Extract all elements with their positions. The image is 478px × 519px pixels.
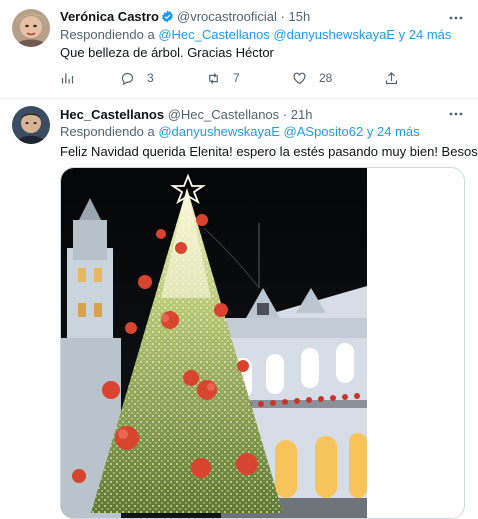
replying-to: Respondiendo a @danyushewskayaE @ASposit… xyxy=(60,123,420,140)
reply-prefix: Respondiendo a xyxy=(60,27,155,42)
tweet-header: Verónica Castro @vrocastrooficial · 15h xyxy=(60,8,310,25)
more-dots-icon[interactable] xyxy=(448,108,464,120)
action-bar: 3 7 28 xyxy=(60,69,400,87)
tweet[interactable]: Hec_Castellanos @Hec_Castellanos · 21h R… xyxy=(0,99,478,519)
share-upload-icon xyxy=(385,71,398,84)
analytics-button[interactable] xyxy=(60,69,75,87)
reply-mentions[interactable]: @danyushewskayaE @ASposito62 xyxy=(158,124,363,139)
timestamp[interactable]: 21h xyxy=(291,107,313,122)
avatar[interactable] xyxy=(12,9,50,47)
timestamp[interactable]: 15h xyxy=(289,9,311,24)
speech-bubble-icon xyxy=(121,72,134,85)
reply-mentions[interactable]: @Hec_Castellanos @danyushewskayaE xyxy=(158,27,395,42)
reply-prefix: Respondiendo a xyxy=(60,124,155,139)
share-button[interactable] xyxy=(384,69,399,87)
avatar-image xyxy=(12,106,50,144)
christmas-tree-photo[interactable] xyxy=(61,168,367,518)
tweet-header: Hec_Castellanos @Hec_Castellanos · 21h xyxy=(60,106,312,123)
more-dots-icon[interactable] xyxy=(448,12,464,24)
handle[interactable]: @vrocastrooficial xyxy=(177,9,277,24)
heart-icon xyxy=(293,72,306,84)
separator: · xyxy=(280,9,285,24)
display-name[interactable]: Verónica Castro xyxy=(60,9,159,24)
avatar[interactable] xyxy=(12,106,50,144)
media-attachment[interactable] xyxy=(60,167,465,519)
reply-button[interactable]: 3 xyxy=(120,69,154,87)
reply-count: 3 xyxy=(147,71,154,85)
replying-to: Respondiendo a @Hec_Castellanos @danyush… xyxy=(60,26,451,43)
tweet-text: Feliz Navidad querida Elenita! espero la… xyxy=(60,144,478,159)
reply-more[interactable]: y 24 más xyxy=(367,124,420,139)
avatar-image xyxy=(12,9,50,47)
reply-more[interactable]: y 24 más xyxy=(399,27,452,42)
retweet-button[interactable]: 7 xyxy=(206,69,240,87)
retweet-arrows-icon xyxy=(209,72,218,84)
like-button[interactable]: 28 xyxy=(292,69,332,87)
display-name[interactable]: Hec_Castellanos xyxy=(60,107,164,122)
tweet-text: Que belleza de árbol. Gracias Héctor xyxy=(60,45,274,60)
verified-badge-icon xyxy=(162,10,173,23)
separator: · xyxy=(282,107,288,122)
bar-chart-icon xyxy=(61,73,74,83)
handle[interactable]: @Hec_Castellanos xyxy=(168,107,279,122)
tweet[interactable]: Verónica Castro @vrocastrooficial · 15h R… xyxy=(0,0,478,99)
like-count: 28 xyxy=(319,71,333,85)
retweet-count: 7 xyxy=(233,71,240,85)
